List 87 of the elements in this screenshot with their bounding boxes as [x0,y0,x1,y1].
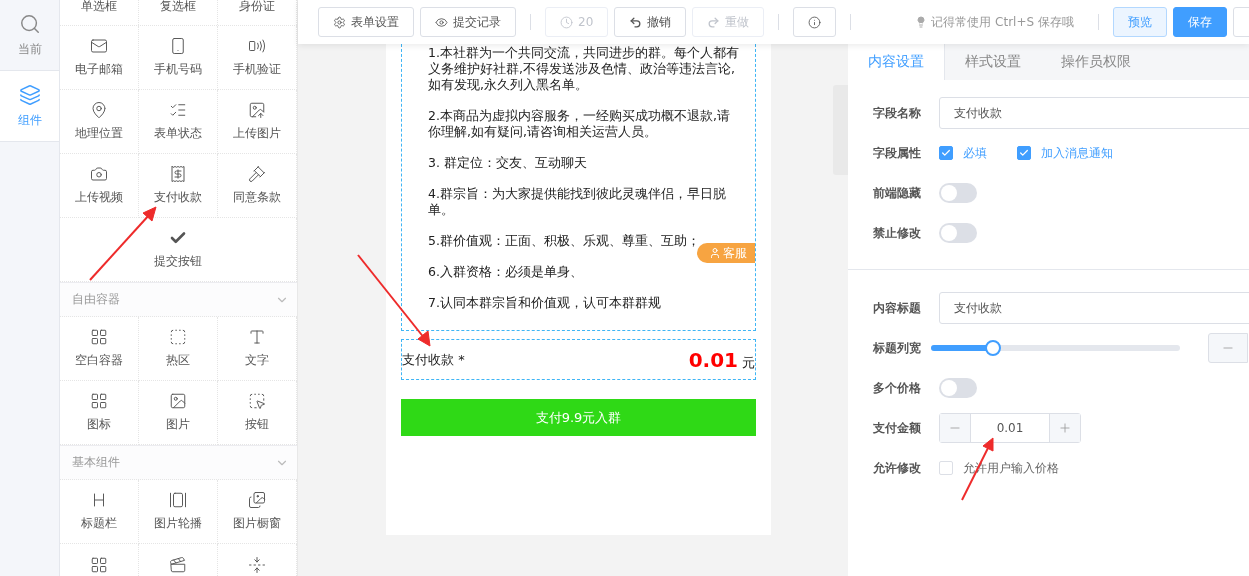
field-label: 字段属性 [873,144,922,162]
envelope-icon [90,37,108,55]
toolbar-button[interactable]: 撤销 [614,7,687,37]
toolbar-button[interactable] [793,7,837,37]
checkbox-label: 加入消息通知 [1041,144,1113,162]
toggle-switch[interactable] [939,223,977,243]
check-icon [1019,148,1029,158]
map-pin-icon [90,101,108,119]
bulb-icon [915,16,928,28]
currency-unit: 元 [742,353,755,372]
checkbox[interactable] [939,146,953,160]
image-icon [169,392,187,410]
palette-item[interactable]: 标题栏 [60,480,139,544]
carousel-icon [169,491,187,509]
person-icon [709,247,721,259]
rule-paragraph: 1.本社群为一个共同交流，共同进步的群。每个人都有义务维护好社群,不得发送涉及色情、政治等违法言论,如有发现,永久列入黑名单。 [428,45,739,93]
image-upload-icon [248,101,266,119]
field-label: 支付金额 [873,419,922,437]
undo-icon [629,15,643,29]
palette-item[interactable]: 手机号码 [139,26,218,90]
toggle-switch[interactable] [939,183,977,203]
field-label: 前端隐藏 [873,184,922,202]
palette-item[interactable]: 热区 [139,317,218,381]
plus-icon [1058,421,1072,435]
field-label: 支付收款 * [402,350,465,369]
phone-icon [169,37,187,55]
tip-text: 记得常使用 Ctrl+S 保存哦 [931,13,1074,31]
field-label: 允许修改 [873,459,922,477]
palette-item[interactable]: 身份证 [218,0,297,25]
palette-item[interactable]: 上传图片 [218,90,297,154]
rule-paragraph: 4.群宗旨：为大家提供能找到彼此灵魂伴侣，早日脱单。 [428,186,727,218]
camera-icon [90,165,108,183]
input-field[interactable]: 支付收款 [939,292,1249,324]
clock-icon [560,15,573,29]
palette-item[interactable]: 上传视频 [60,154,139,218]
text-icon [248,328,266,346]
video-icon [169,556,187,574]
dashed-square-icon [169,328,187,346]
blocks-icon [90,328,108,346]
field-label: 禁止修改 [873,224,922,242]
check-icon [941,148,951,158]
rule-paragraph: 5.群价值观：正面、积极、乐观、尊重、互助； [428,233,700,249]
input-field[interactable]: 支付收款 [939,97,1249,129]
images-icon [248,491,266,509]
gavel-icon [248,165,266,183]
toolbar-button[interactable]: 提交记录 [420,7,516,37]
receipt-icon [169,165,187,183]
palette-item[interactable]: 地理位置 [60,90,139,154]
field-label: 内容标题 [873,299,922,317]
palette-item[interactable]: 手机验证 [218,26,297,90]
layers-icon [18,83,41,106]
palette-item[interactable]: 文字 [218,317,297,381]
palette-item[interactable]: 图片橱窗 [218,480,297,544]
toggle-switch[interactable] [939,378,977,398]
toolbar-button[interactable]: 表单设置 [318,7,414,37]
palette-item[interactable]: 电子邮箱 [60,26,139,90]
palette-item[interactable]: 图片轮播 [139,480,218,544]
group-title: 基本组件 [72,454,120,471]
status-icon [169,101,187,119]
rule-paragraph: 3. 群定位：交友、互动聊天 [428,155,587,171]
search-icon [18,12,41,35]
palette-item[interactable]: 单选框 [60,0,139,25]
number-field[interactable] [1208,333,1248,363]
redo-icon [707,15,721,29]
palette-item[interactable]: 表单状态 [139,90,218,154]
checkbox[interactable] [1017,146,1031,160]
palette-item[interactable]: 同意条款 [218,154,297,218]
checkbox-label: 必填 [963,144,987,162]
settings-icon [333,15,346,29]
rule-paragraph: 6.入群资格：必须是单身、 [428,264,583,280]
rule-paragraph: 2.本商品为虚拟内容服务，一经购买成功概不退款,请你理解,如有疑问,请咨询相关运营人员。 [428,108,731,140]
decrement-button[interactable] [940,414,970,442]
grid-icon [90,392,108,410]
info-icon [808,15,822,29]
rule-paragraph: 7.认同本群宗旨和价值观，认可本群群规 [428,295,661,311]
price-amount: 0.01 [688,347,738,372]
group-title: 自由容器 [72,291,120,308]
palette-item[interactable]: 空白容器 [60,317,139,381]
grid-icon [90,556,108,574]
field-label: 多个价格 [873,379,922,397]
palette-item[interactable]: 复选框 [139,0,218,25]
slider-thumb[interactable] [985,340,1002,356]
increment-button[interactable] [1050,414,1080,442]
eye-icon [435,15,448,29]
field-label: 标题列宽 [873,339,922,357]
cursor-icon [248,392,266,410]
field-label: 字段名称 [873,104,922,122]
